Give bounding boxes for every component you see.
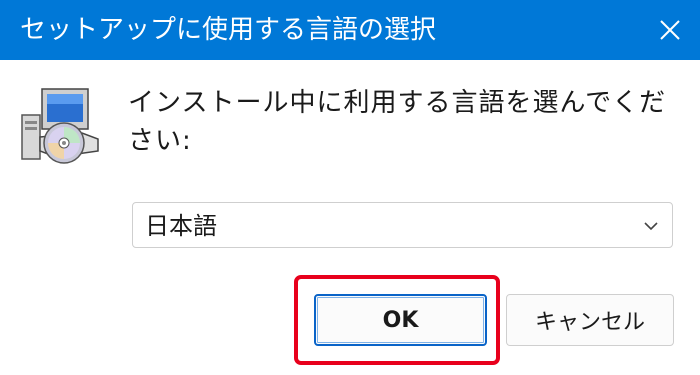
setup-installer-icon xyxy=(21,88,99,164)
setup-language-dialog: セットアップに使用する言語の選択 インストール中に利用する言語を選んでください:… xyxy=(0,0,700,375)
window-title: セットアップに使用する言語の選択 xyxy=(20,15,437,45)
title-bar[interactable]: セットアップに使用する言語の選択 xyxy=(0,0,700,60)
close-button[interactable] xyxy=(640,0,700,60)
language-select[interactable]: 日本語 xyxy=(132,202,673,248)
close-icon xyxy=(660,20,680,40)
chevron-down-icon xyxy=(644,222,658,231)
ok-button[interactable]: OK xyxy=(314,294,487,346)
language-select-value: 日本語 xyxy=(145,212,217,240)
language-prompt: インストール中に利用する言語を選んでください: xyxy=(128,88,667,156)
cancel-button[interactable]: キャンセル xyxy=(506,294,674,346)
